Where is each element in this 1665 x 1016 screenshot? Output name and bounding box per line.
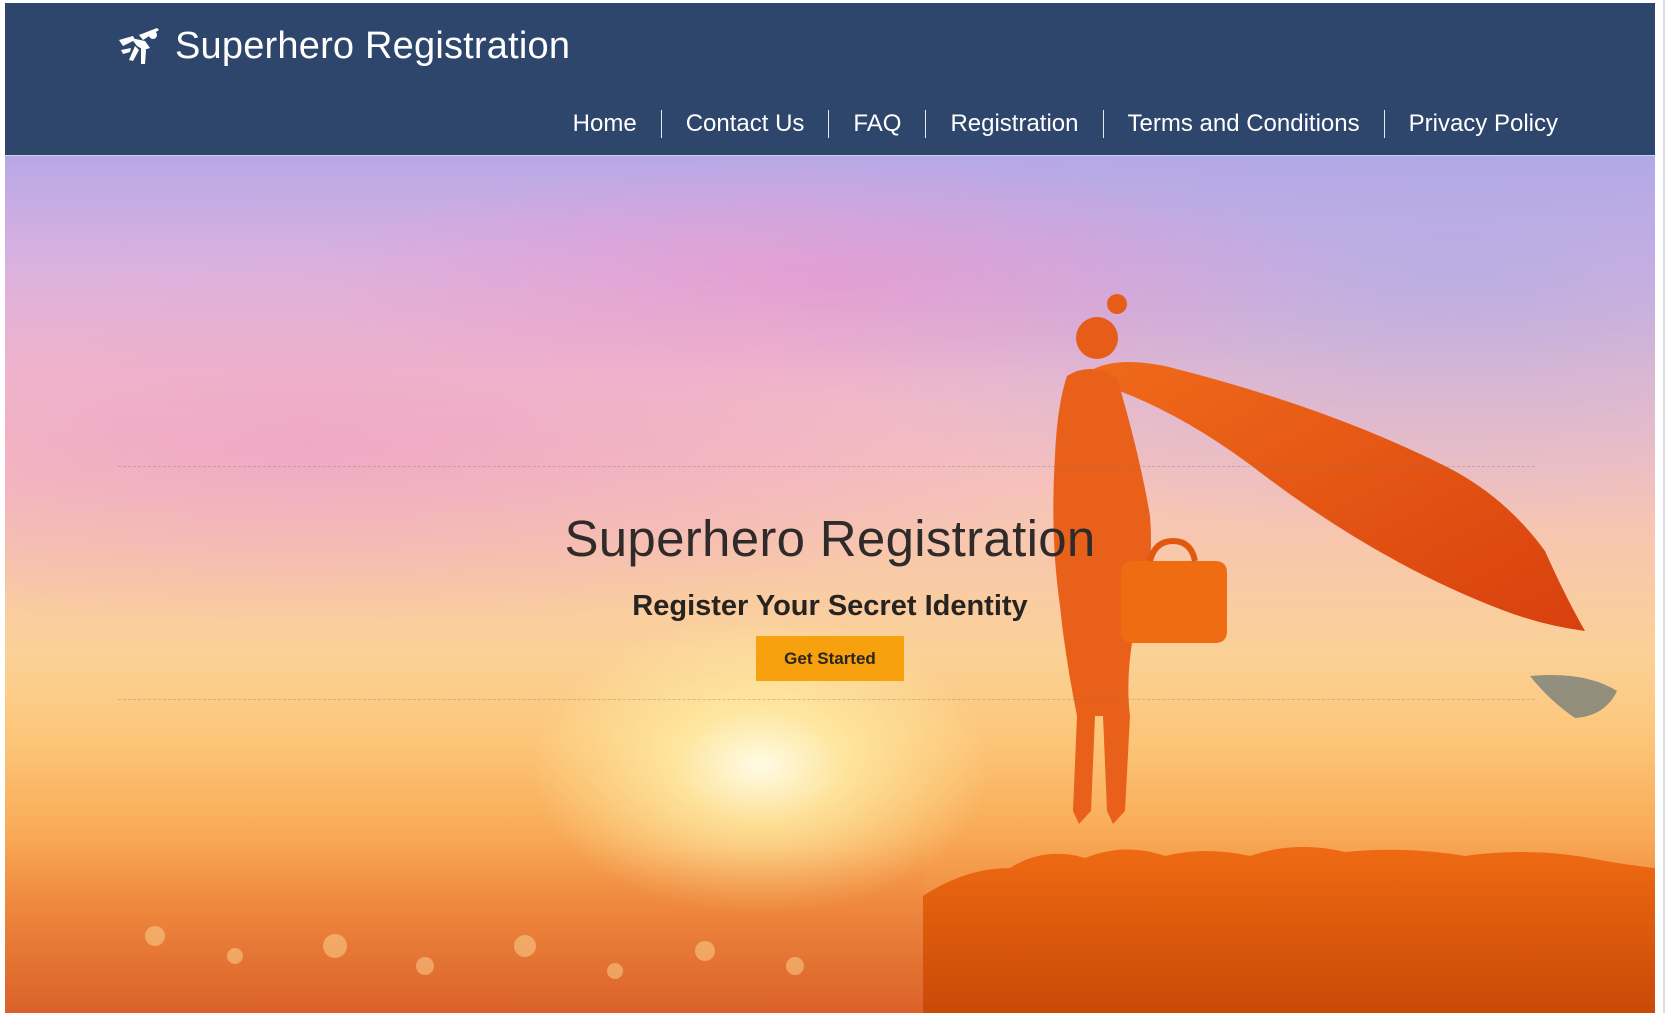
site-header: Superhero Registration Home Contact Us F… (5, 3, 1655, 156)
brand[interactable]: Superhero Registration (117, 21, 570, 71)
nav-terms-link[interactable]: Terms and Conditions (1104, 106, 1384, 142)
page-frame: Superhero Registration Home Contact Us F… (5, 3, 1655, 1013)
hero-content: Superhero Registration Register Your Sec… (5, 509, 1655, 681)
nav-home-link[interactable]: Home (549, 106, 661, 142)
flying-superhero-icon (119, 28, 159, 64)
nav-faq-link[interactable]: FAQ (829, 106, 925, 142)
nav-registration-link[interactable]: Registration (926, 106, 1102, 142)
hero-title: Superhero Registration (564, 510, 1096, 567)
nav-contact-us-link[interactable]: Contact Us (662, 106, 829, 142)
nav-privacy-link[interactable]: Privacy Policy (1385, 106, 1558, 142)
hero-subtitle: Register Your Secret Identity (632, 590, 1028, 622)
main-nav: Home Contact Us FAQ Registration Terms a… (549, 106, 1558, 142)
get-started-button[interactable]: Get Started (756, 636, 904, 681)
hero-section: Superhero Registration Register Your Sec… (5, 156, 1655, 1013)
site-title: Superhero Registration (175, 24, 571, 67)
